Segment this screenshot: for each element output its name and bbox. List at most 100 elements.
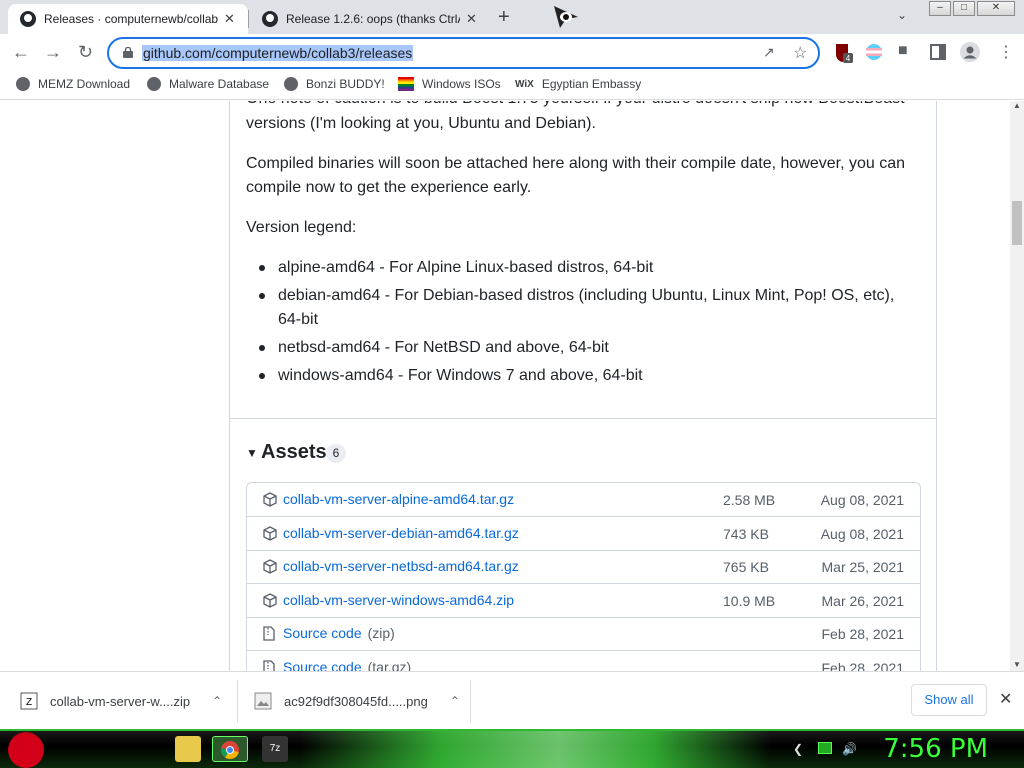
asset-link[interactable]: collab-vm-server-netbsd-amd64.tar.gz <box>283 558 519 574</box>
show-all-button[interactable]: Show all <box>911 684 987 716</box>
collapse-triangle-icon[interactable]: ▼ <box>246 446 258 460</box>
asset-link[interactable]: collab-vm-server-windows-amd64.zip <box>283 592 514 608</box>
image-file-icon <box>254 692 272 710</box>
asset-name[interactable]: Source code <box>283 659 362 671</box>
ublock-extension-icon[interactable]: 4 <box>834 42 854 64</box>
tray-arrow-icon[interactable]: ❮ <box>793 742 803 756</box>
back-arrow-icon[interactable]: ← <box>12 42 30 63</box>
asset-name[interactable]: Source code <box>283 625 362 641</box>
forward-arrow-icon[interactable]: → <box>44 42 62 63</box>
bookmark-memz[interactable]: MEMZ Download <box>16 77 130 91</box>
side-panel-icon[interactable] <box>930 44 946 60</box>
new-tab-button[interactable]: + <box>498 6 510 29</box>
download-bar: Z collab-vm-server-w....zip ⌃ ac92f9df30… <box>0 671 1024 729</box>
asset-name[interactable]: collab-vm-server-windows-amd64.zip <box>283 592 514 608</box>
scroll-up-arrow-icon[interactable]: ▲ <box>1013 101 1021 110</box>
close-window-button[interactable]: ✕ <box>977 1 1015 16</box>
release-text-partial: One note of caution is to build Boost 1.… <box>246 101 916 111</box>
bookmark-egyptian-embassy[interactable]: WiX Egyptian Embassy <box>515 77 641 91</box>
share-icon[interactable]: ↗ <box>763 44 775 61</box>
globe-icon <box>16 77 30 91</box>
extension-badge: 4 <box>846 54 851 63</box>
tab-release-126[interactable]: Release 1.2.6: oops (thanks CtrlAltDel) … <box>250 4 490 34</box>
svg-text:Z: Z <box>26 697 32 708</box>
chevron-up-icon[interactable]: ⌃ <box>450 694 460 708</box>
divider <box>230 418 936 419</box>
release-text-line: versions (I'm looking at you, Ubuntu and… <box>246 115 596 132</box>
tab-search-chevron-icon[interactable]: ⌄ <box>897 8 907 22</box>
menu-kebab-icon[interactable]: ⋮ <box>998 42 1014 62</box>
volume-icon[interactable]: 🔊 <box>842 742 857 756</box>
tab-releases[interactable]: Releases · computernewb/collab3 ✕ <box>8 4 248 34</box>
legend-item: alpine-amd64 - For Alpine Linux-based di… <box>278 259 654 276</box>
trans-flag-extension-icon[interactable] <box>866 44 882 60</box>
bookmarks-bar: MEMZ Download Malware Database Bonzi BUD… <box>0 72 1024 100</box>
chevron-up-icon[interactable]: ⌃ <box>212 694 222 708</box>
asset-size: 743 KB <box>723 526 769 542</box>
close-tab-icon[interactable]: ✕ <box>466 11 477 27</box>
asset-row: Source code (zip) Feb 28, 2021 <box>247 617 920 651</box>
scroll-thumb[interactable] <box>1012 201 1022 245</box>
browser-toolbar: ← → ↻ github.com/computernewb/collab3/re… <box>0 34 1024 72</box>
close-tab-icon[interactable]: ✕ <box>224 11 235 27</box>
bookmark-label: Bonzi BUDDY! <box>306 77 385 91</box>
asset-name[interactable]: collab-vm-server-netbsd-amd64.tar.gz <box>283 558 519 574</box>
list-bullet <box>259 293 265 299</box>
asset-link[interactable]: Source code (zip) <box>283 625 395 641</box>
chrome-taskbar-icon[interactable] <box>212 736 248 762</box>
asset-name[interactable]: collab-vm-server-debian-amd64.tar.gz <box>283 525 519 541</box>
extensions-puzzle-icon[interactable]: ■ <box>898 42 908 60</box>
asset-link[interactable]: collab-vm-server-debian-amd64.tar.gz <box>283 525 519 541</box>
page-scrollbar[interactable]: ▲ ▼ <box>1010 101 1024 671</box>
asset-date: Feb 28, 2021 <box>821 660 904 671</box>
reload-icon[interactable]: ↻ <box>78 42 93 63</box>
asset-date: Mar 25, 2021 <box>821 559 905 575</box>
asset-date: Aug 08, 2021 <box>820 526 904 542</box>
asset-row: collab-vm-server-windows-amd64.zip 10.9 … <box>247 584 920 618</box>
eye-cursor-icon <box>554 6 578 28</box>
asset-date: Feb 28, 2021 <box>821 626 904 642</box>
bookmark-star-icon[interactable]: ☆ <box>793 43 807 63</box>
asset-link[interactable]: collab-vm-server-alpine-amd64.tar.gz <box>283 491 514 507</box>
file-zip-icon <box>263 626 275 641</box>
asset-link[interactable]: Source code (tar.gz) <box>283 659 411 671</box>
download-filename: collab-vm-server-w....zip <box>50 693 191 709</box>
asset-row: collab-vm-server-netbsd-amd64.tar.gz 765… <box>247 550 920 584</box>
download-item[interactable]: ac92f9df308045fd.....png ⌃ <box>254 672 460 730</box>
bookmark-bonzi-buddy[interactable]: Bonzi BUDDY! <box>284 77 385 91</box>
release-paragraph: Compiled binaries will soon be attached … <box>246 155 906 196</box>
package-icon <box>263 593 277 608</box>
folder-icon[interactable] <box>175 736 201 762</box>
list-bullet <box>259 373 265 379</box>
close-download-bar-icon[interactable]: ✕ <box>999 689 1012 709</box>
legend-item: netbsd-amd64 - For NetBSD and above, 64-… <box>278 339 609 356</box>
zip-file-icon: Z <box>20 692 38 710</box>
asset-format: (zip) <box>367 625 395 641</box>
profile-avatar-icon[interactable] <box>960 42 980 62</box>
7zip-icon[interactable]: 7z <box>262 736 288 762</box>
asset-name[interactable]: collab-vm-server-alpine-amd64.tar.gz <box>283 491 514 507</box>
network-icon[interactable] <box>818 742 832 754</box>
bookmark-label: Egyptian Embassy <box>541 77 642 91</box>
assets-heading[interactable]: Assets <box>261 441 327 464</box>
asset-size: 2.58 MB <box>723 492 776 508</box>
download-item[interactable]: Z collab-vm-server-w....zip ⌃ <box>20 672 222 730</box>
file-zip-icon <box>263 660 275 671</box>
url-text[interactable]: github.com/computernewb/collab3/releases <box>142 45 414 61</box>
asset-row: Source code (tar.gz) Feb 28, 2021 <box>247 651 920 671</box>
asset-size: 10.9 MB <box>723 593 776 609</box>
scroll-down-arrow-icon[interactable]: ▼ <box>1013 660 1021 669</box>
start-button[interactable] <box>8 732 44 768</box>
address-bar[interactable]: github.com/computernewb/collab3/releases… <box>107 37 820 69</box>
bookmark-windows-isos[interactable]: Windows ISOs <box>398 77 501 91</box>
list-bullet <box>259 345 265 351</box>
assets-count-badge: 6 <box>326 444 346 463</box>
taskbar-glow <box>300 731 770 768</box>
asset-date: Mar 26, 2021 <box>821 593 905 609</box>
maximize-button[interactable]: □ <box>953 1 975 16</box>
globe-icon <box>284 77 298 91</box>
tab-title: Release 1.2.6: oops (thanks CtrlAltDel) <box>286 12 460 26</box>
minimize-button[interactable]: – <box>929 1 951 16</box>
clock[interactable]: 7:56 PM <box>883 734 988 764</box>
bookmark-malware-database[interactable]: Malware Database <box>147 77 269 91</box>
